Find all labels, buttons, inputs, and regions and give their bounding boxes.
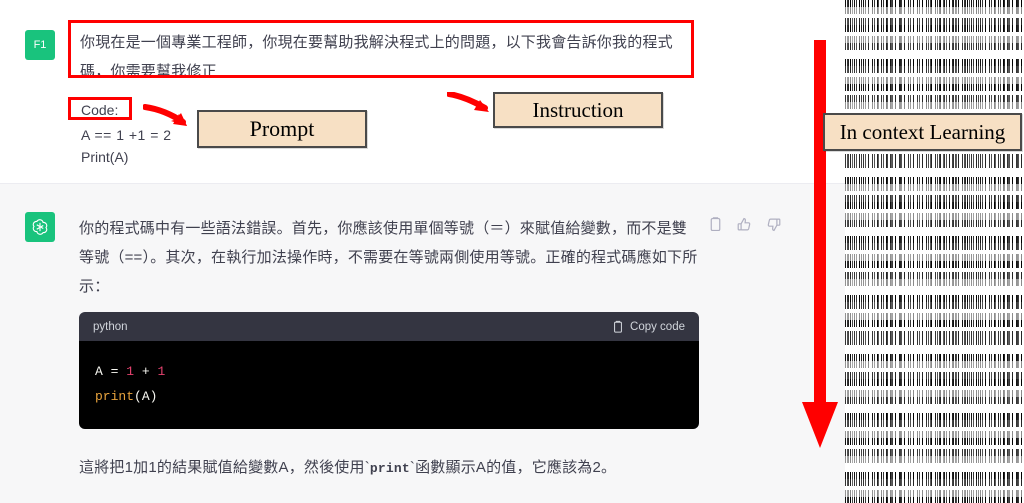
- closing-text-after: `函數顯示A的值，它應該為2。: [409, 459, 617, 476]
- clipboard-icon: [614, 320, 622, 333]
- code-block-line-2: print(A): [95, 384, 683, 409]
- instruction-label: Instruction: [493, 92, 663, 128]
- code-operator: =: [102, 364, 127, 379]
- user-code-line-1: A == 1 +1 = 2: [81, 127, 172, 143]
- copy-icon[interactable]: [707, 216, 724, 233]
- code-block-header: python Copy code: [79, 312, 699, 341]
- user-code-label: Code:: [81, 102, 119, 118]
- copy-code-label: Copy code: [630, 320, 685, 333]
- avatar-assistant: [25, 212, 55, 242]
- code-var: A: [95, 364, 103, 379]
- prompt-label: Prompt: [197, 110, 367, 148]
- thumbs-up-icon[interactable]: [736, 216, 753, 233]
- closing-inline-code: print: [369, 461, 410, 476]
- chat-transcript: F1 你現在是一個專業工程師，你現在要幫助我解決程式上的問題，以下我會告訴你我的…: [0, 0, 845, 503]
- user-prompt-text: 你現在是一個專業工程師，你現在要幫助我解決程式上的問題，以下我會告訴你我的程式碼…: [80, 34, 673, 80]
- code-block-body[interactable]: A = 1 + 1 print(A): [79, 341, 699, 429]
- avatar-user: F1: [25, 30, 55, 60]
- user-code-line-2: Print(A): [81, 149, 129, 165]
- chat-turn-user: F1 你現在是一個專業工程師，你現在要幫助我解決程式上的問題，以下我會告訴你我的…: [0, 0, 845, 183]
- in-context-learning-label: In context Learning: [823, 113, 1022, 151]
- code-function: print: [95, 389, 135, 404]
- code-argument: (A): [134, 389, 158, 404]
- openai-logo-icon: [32, 219, 48, 235]
- clipped-page-content-noise: [845, 0, 1024, 503]
- avatar-user-label: F1: [33, 39, 47, 51]
- closing-text-before: 這將把1加1的結果賦值給變數A，然後使用`: [79, 459, 370, 476]
- code-number-2: 1: [157, 364, 166, 379]
- code-block: python Copy code A = 1 + 1 print(A): [79, 312, 699, 429]
- copy-code-button[interactable]: Copy code: [612, 320, 685, 334]
- assistant-paragraph: 你的程式碼中有一些語法錯誤。首先，你應該使用單個等號（＝）來賦值給變數，而不是雙…: [79, 220, 698, 295]
- code-plus: +: [134, 364, 158, 379]
- code-language-label: python: [93, 320, 128, 333]
- response-actions: [707, 216, 782, 233]
- thumbs-down-icon[interactable]: [765, 216, 782, 233]
- code-block-line-1: A = 1 + 1: [95, 359, 683, 384]
- assistant-closing-paragraph: 這將把1加1的結果賦值給變數A，然後使用`print`函數顯示A的值，它應該為2…: [79, 455, 719, 482]
- code-number-1: 1: [126, 364, 135, 379]
